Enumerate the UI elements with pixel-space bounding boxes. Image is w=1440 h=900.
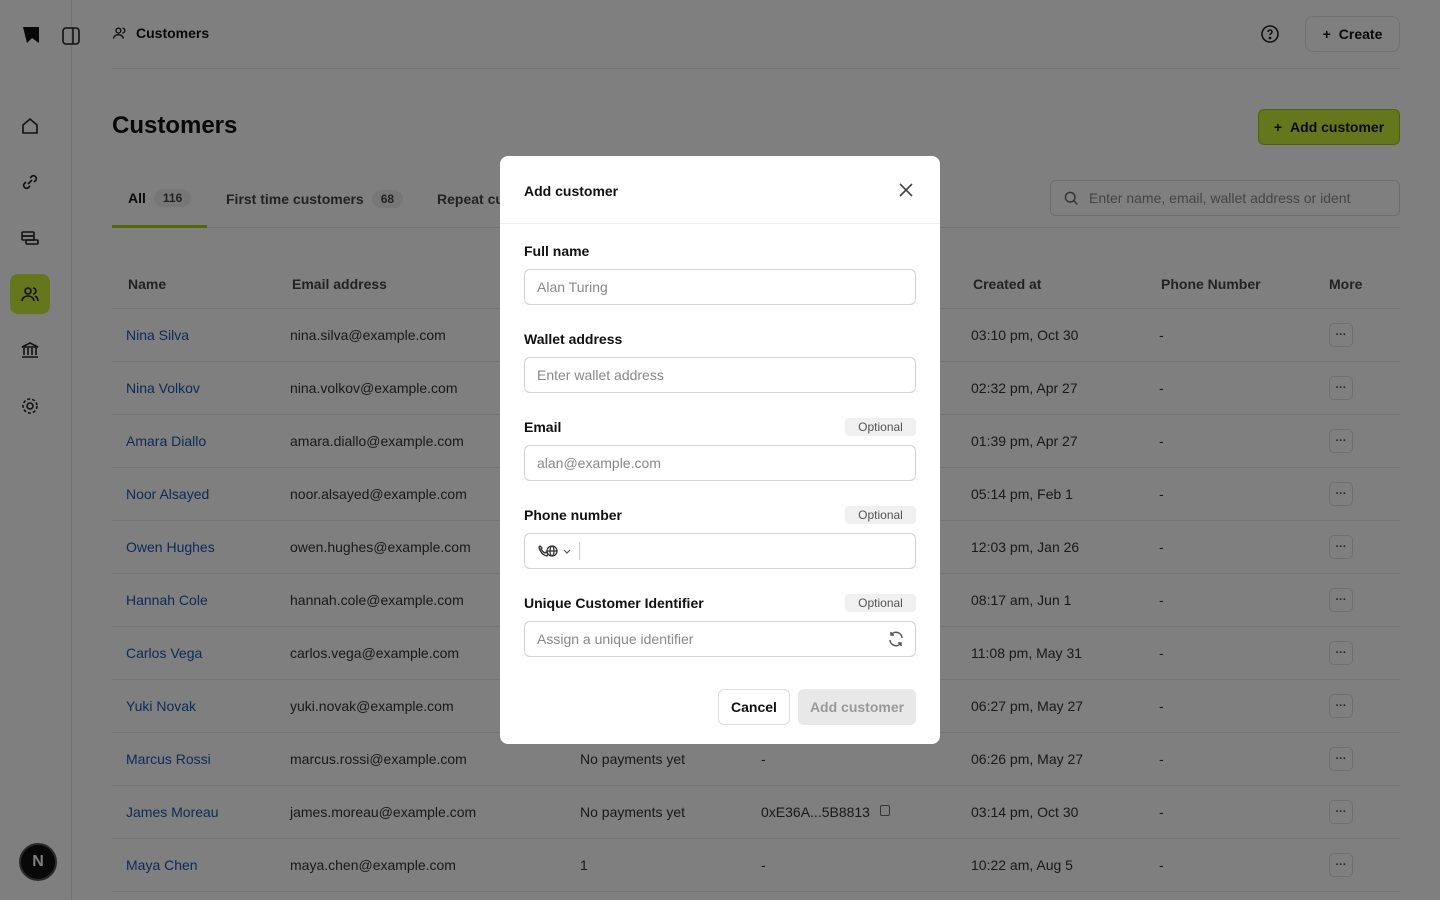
wallet-placeholder: Enter wallet address xyxy=(537,367,664,383)
optional-badge: Optional xyxy=(845,594,916,612)
phone-input[interactable] xyxy=(524,533,916,569)
dialog-title: Add customer xyxy=(524,183,619,199)
full-name-placeholder: Alan Turing xyxy=(537,279,608,295)
identifier-placeholder: Assign a unique identifier xyxy=(537,631,694,647)
email-label: Email xyxy=(524,419,562,435)
phone-label: Phone number xyxy=(524,507,623,523)
close-icon[interactable] xyxy=(897,181,915,199)
country-code-select[interactable] xyxy=(537,542,580,560)
wallet-label: Wallet address xyxy=(524,331,623,347)
add-customer-submit-button[interactable]: Add customer xyxy=(798,689,916,725)
cancel-button[interactable]: Cancel xyxy=(718,689,790,725)
full-name-label: Full name xyxy=(524,243,590,259)
identifier-label: Unique Customer Identifier xyxy=(524,595,704,611)
email-placeholder: alan@example.com xyxy=(537,455,661,471)
chevron-down-icon xyxy=(563,549,571,554)
refresh-icon[interactable] xyxy=(887,630,905,648)
full-name-input[interactable]: Alan Turing xyxy=(524,269,916,305)
dialog-header: Add customer xyxy=(500,156,940,224)
email-input[interactable]: alan@example.com xyxy=(524,445,916,481)
identifier-input[interactable]: Assign a unique identifier xyxy=(524,621,916,657)
add-customer-dialog: Add customer Full name Alan Turing Walle… xyxy=(500,156,940,744)
optional-badge: Optional xyxy=(845,418,916,436)
globe-phone-icon xyxy=(538,545,558,557)
wallet-input[interactable]: Enter wallet address xyxy=(524,357,916,393)
optional-badge: Optional xyxy=(845,506,916,524)
